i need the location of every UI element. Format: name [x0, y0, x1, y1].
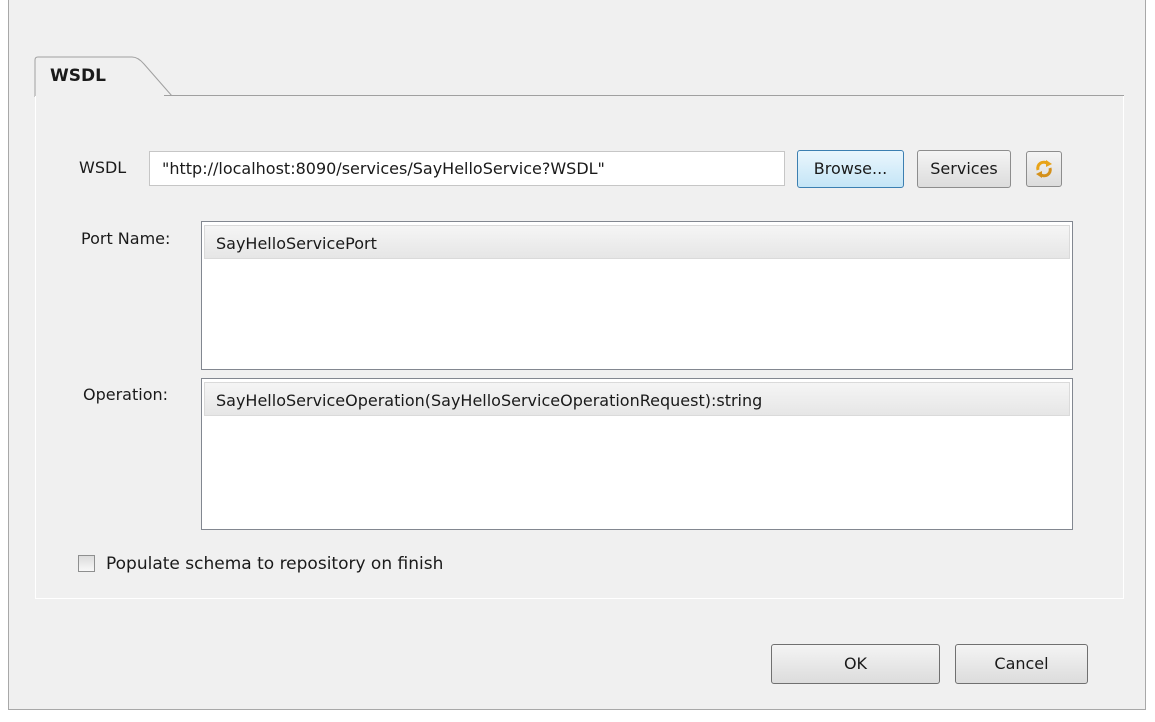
operation-list[interactable]: SayHelloServiceOperation(SayHelloService…	[201, 378, 1073, 530]
services-button[interactable]: Services	[917, 150, 1011, 188]
operation-label: Operation:	[83, 385, 169, 404]
tab-wsdl-label: WSDL	[50, 66, 106, 86]
port-name-label: Port Name:	[81, 229, 171, 248]
wsdl-url-input[interactable]: "http://localhost:8090/services/SayHello…	[149, 151, 785, 186]
port-name-list[interactable]: SayHelloServicePort	[201, 221, 1073, 370]
browse-button[interactable]: Browse...	[797, 150, 904, 188]
tab-wsdl[interactable]: WSDL	[34, 56, 174, 97]
populate-schema-checkbox[interactable]	[78, 555, 95, 572]
populate-schema-label[interactable]: Populate schema to repository on finish	[106, 554, 443, 574]
refresh-arrows-icon	[1036, 160, 1052, 178]
list-item[interactable]: SayHelloServicePort	[204, 225, 1070, 259]
refresh-button[interactable]	[1026, 151, 1062, 187]
wsdl-label: WSDL	[79, 158, 127, 177]
cancel-button[interactable]: Cancel	[955, 644, 1088, 684]
list-item[interactable]: SayHelloServiceOperation(SayHelloService…	[204, 382, 1070, 416]
ok-button[interactable]: OK	[771, 644, 940, 684]
